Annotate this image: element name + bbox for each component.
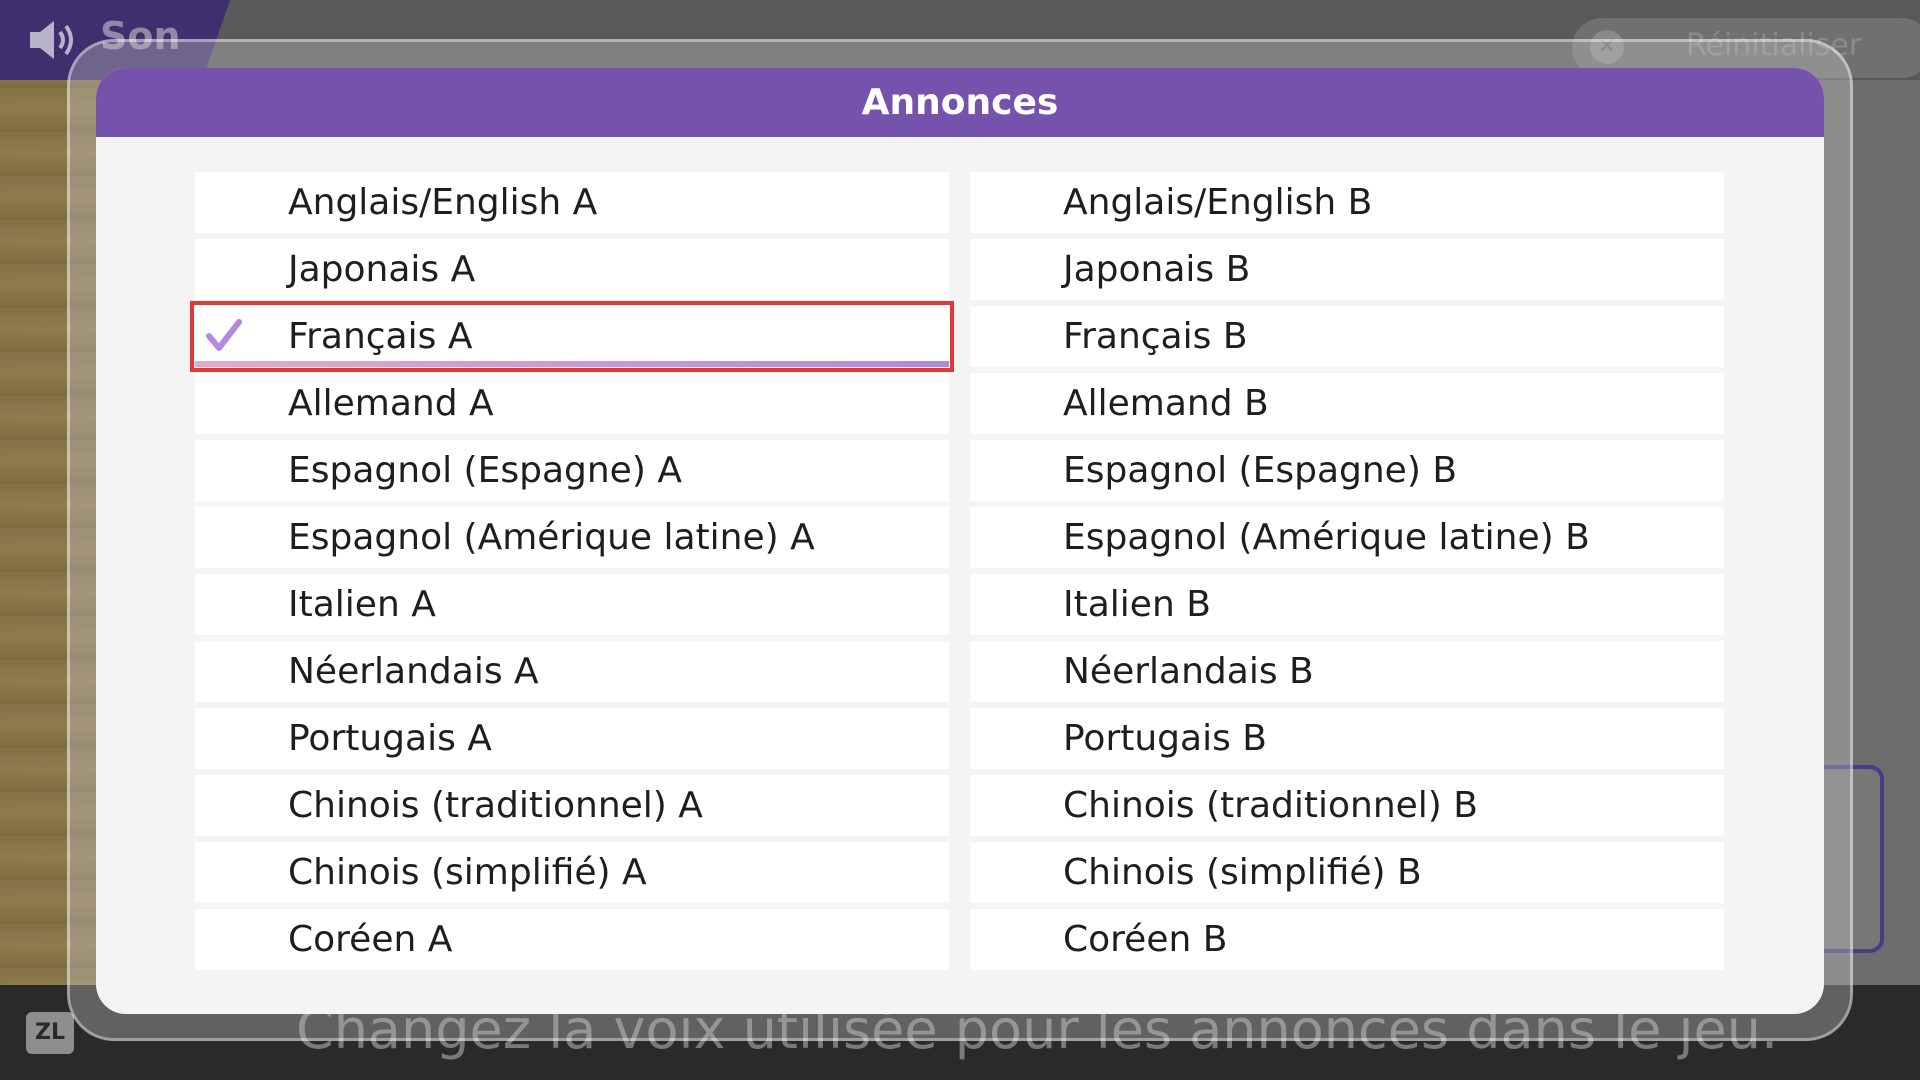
voice-list-column-a: Anglais/English A Japonais A Français A All… [190, 172, 954, 976]
voice-option[interactable]: Japonais A [195, 239, 949, 300]
voice-option-label: Anglais/English A [288, 182, 598, 223]
voice-option-label: Espagnol (Espagne) A [288, 450, 682, 491]
voice-option[interactable]: Coréen B [970, 909, 1724, 970]
voice-option[interactable]: Italien B [970, 574, 1724, 635]
voice-option-label: Français B [1063, 316, 1248, 357]
voice-option-label: Espagnol (Amérique latine) A [288, 517, 815, 558]
voice-option[interactable]: Néerlandais B [970, 641, 1724, 702]
voice-option[interactable]: Néerlandais A [195, 641, 949, 702]
voice-option-label: Espagnol (Amérique latine) B [1063, 517, 1590, 558]
voice-option-label: Espagnol (Espagne) B [1063, 450, 1458, 491]
voice-option[interactable]: Allemand A [195, 373, 949, 434]
voice-option-label: Chinois (simplifié) A [288, 852, 647, 893]
screen: Son ✕ Réinitialiser ZL Changez la voix u… [0, 0, 1920, 1080]
voice-option-label: Japonais B [1063, 249, 1251, 290]
voice-option[interactable]: Chinois (traditionnel) B [970, 775, 1724, 836]
voice-option[interactable]: Espagnol (Espagne) A [195, 440, 949, 501]
voice-option[interactable]: Allemand B [970, 373, 1724, 434]
dialog-title: Annonces [861, 82, 1059, 123]
voice-option[interactable]: Espagnol (Amérique latine) A [195, 507, 949, 568]
voice-option[interactable]: Italien A [195, 574, 949, 635]
voice-option-label: Néerlandais A [288, 651, 539, 692]
voice-option-label: Chinois (simplifié) B [1063, 852, 1422, 893]
voice-option-label: Italien A [288, 584, 436, 625]
voice-option[interactable]: Portugais B [970, 708, 1724, 769]
voice-option-label: Chinois (traditionnel) A [288, 785, 703, 826]
checkmark-icon [206, 319, 242, 351]
voice-option-label: Italien B [1063, 584, 1211, 625]
voice-option[interactable]: Français B [970, 306, 1724, 367]
voice-option[interactable]: Espagnol (Espagne) B [970, 440, 1724, 501]
voice-option-label: Allemand A [288, 383, 494, 424]
voice-option[interactable]: Anglais/English B [970, 172, 1724, 233]
voice-list-column-b: Anglais/English B Japonais B Français B All… [970, 172, 1724, 976]
voice-option[interactable]: Coréen A [195, 909, 949, 970]
voice-option-label: Allemand B [1063, 383, 1269, 424]
voice-option-label: Néerlandais B [1063, 651, 1314, 692]
voice-option[interactable]: Anglais/English A [195, 172, 949, 233]
voice-option-label: Coréen A [288, 919, 453, 960]
voice-option-label: Japonais A [288, 249, 476, 290]
voice-option[interactable]: Chinois (simplifié) A [195, 842, 949, 903]
voice-option[interactable]: Portugais A [195, 708, 949, 769]
voice-option-label: Portugais A [288, 718, 492, 759]
voice-option[interactable]: Chinois (traditionnel) A [195, 775, 949, 836]
speaker-icon [26, 18, 82, 62]
voice-option-label: Coréen B [1063, 919, 1228, 960]
voice-option[interactable]: Espagnol (Amérique latine) B [970, 507, 1724, 568]
voice-option-label: Français A [288, 316, 473, 357]
zl-button-icon: ZL [26, 1012, 74, 1054]
voice-option-label: Chinois (traditionnel) B [1063, 785, 1478, 826]
voice-option[interactable]: Japonais B [970, 239, 1724, 300]
voice-option-label: Anglais/English B [1063, 182, 1373, 223]
voice-option-label: Portugais B [1063, 718, 1267, 759]
voice-option[interactable]: Chinois (simplifié) B [970, 842, 1724, 903]
voice-option[interactable]: Français A [190, 301, 954, 372]
announcements-dialog: Annonces Anglais/English A Japonais A Fran… [96, 68, 1824, 1014]
